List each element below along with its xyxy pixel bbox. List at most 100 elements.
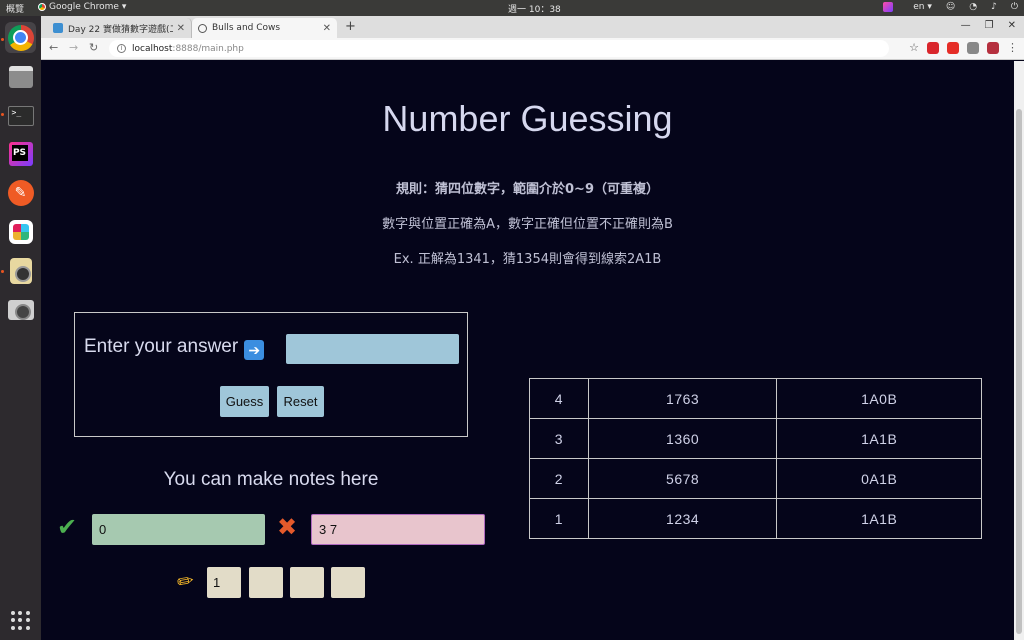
tab-blog[interactable]: Day 22 實做猜數字遊戲(二 ✕: [47, 18, 192, 38]
system-tray: en ▾ ☺ ◔ ♪ ⏻: [883, 2, 1018, 12]
digit-note-3[interactable]: [290, 567, 324, 598]
ubuntu-dock: >_ ✎: [0, 16, 41, 640]
app-menu[interactable]: Google Chrome ▾: [38, 2, 126, 12]
digit-note-4[interactable]: [331, 567, 365, 598]
page-content: Number Guessing 規則：猜四位數字，範圍介於0~9（可重複） 數字…: [41, 61, 1014, 640]
wifi-icon[interactable]: ◔: [969, 2, 977, 12]
rule-line-3: Ex. 正解為1341，猜1354則會得到線索2A1B: [393, 252, 662, 267]
rhythmbox-icon: [9, 257, 32, 284]
postman-icon: ✎: [7, 179, 34, 206]
reset-button[interactable]: Reset: [277, 386, 324, 417]
extension-icon[interactable]: [927, 41, 939, 54]
running-indicator: [1, 113, 4, 116]
globe-icon: [198, 23, 207, 33]
round-cell: 3: [529, 418, 589, 459]
blog-favicon-icon: [53, 23, 63, 33]
dock-terminal[interactable]: >_: [5, 100, 36, 131]
dock-files[interactable]: [5, 61, 36, 92]
table-row: 1 1234 1A1B: [529, 498, 982, 539]
terminal-icon: >_: [7, 105, 34, 126]
reload-icon[interactable]: ↻: [89, 41, 98, 54]
url-path: :8888/main.php: [172, 43, 244, 54]
minimize-icon[interactable]: —: [961, 20, 971, 31]
app-grid-icon: [10, 610, 31, 631]
chrome-icon: [7, 24, 34, 51]
table-row: 2 5678 0A1B: [529, 458, 982, 499]
guess-button[interactable]: Guess: [220, 386, 269, 417]
wrong-digits-input[interactable]: [311, 514, 485, 545]
round-cell: 1: [529, 498, 589, 539]
profile-icon[interactable]: [987, 41, 999, 54]
scrollbar-thumb[interactable]: [1016, 109, 1022, 634]
running-indicator: [1, 38, 4, 41]
page-title: Number Guessing: [382, 98, 673, 139]
correct-digits-input[interactable]: [92, 514, 265, 545]
extension-icon[interactable]: [967, 41, 979, 54]
files-icon: [8, 65, 33, 88]
dock-camera[interactable]: [5, 294, 36, 325]
chrome-window: Day 22 實做猜數字遊戲(二 ✕ Bulls and Cows ✕ + — …: [41, 16, 1024, 640]
result-cell: 1A1B: [776, 418, 982, 459]
tab-bulls-and-cows[interactable]: Bulls and Cows ✕: [192, 18, 337, 38]
guess-history-table: 4 1763 1A0B 3 1360 1A1B 2 5678 0A1B 1 12…: [529, 378, 982, 539]
browser-toolbar: ← → ↻ i localhost :8888/main.php ☆ ⋮: [41, 38, 1024, 60]
window-controls: — ❐ ✕: [961, 20, 1016, 31]
digit-note-1[interactable]: [207, 567, 241, 598]
dock-slack[interactable]: [5, 216, 36, 247]
result-cell: 1A1B: [776, 498, 982, 539]
guess-cell: 5678: [587, 458, 778, 499]
answer-label: Enter your answer: [84, 336, 239, 357]
language-indicator[interactable]: en ▾: [913, 2, 932, 12]
show-applications-button[interactable]: [5, 605, 36, 636]
guess-cell: 1360: [587, 418, 778, 459]
dock-postman[interactable]: ✎: [5, 177, 36, 208]
chevron-down-icon: ▾: [121, 2, 127, 12]
bookmark-star-icon[interactable]: ☆: [909, 41, 919, 54]
check-icon: ✔: [57, 513, 78, 541]
table-row: 3 1360 1A1B: [529, 418, 982, 459]
pencil-icon: ✏: [175, 567, 196, 595]
new-tab-button[interactable]: +: [345, 19, 356, 34]
info-icon[interactable]: i: [117, 44, 126, 53]
result-cell: 1A0B: [776, 378, 982, 419]
dock-rhythmbox[interactable]: [5, 255, 36, 286]
dock-phpstorm[interactable]: [5, 138, 36, 169]
activities-button[interactable]: 概覽: [6, 2, 24, 15]
extension-icon[interactable]: [947, 41, 959, 54]
notes-title: You can make notes here: [163, 469, 379, 490]
digit-note-2[interactable]: [249, 567, 283, 598]
chrome-icon: [38, 3, 46, 11]
page-scrollbar[interactable]: [1014, 61, 1024, 640]
language-label: en: [913, 2, 925, 12]
accessibility-icon[interactable]: ☺: [946, 2, 955, 12]
answer-input[interactable]: [286, 334, 459, 364]
rule-line-2: 數字與位置正確為A，數字正確但位置不正確則為B: [382, 217, 673, 232]
url-host: localhost: [132, 43, 173, 54]
slack-icon: [8, 219, 33, 244]
guess-cell: 1763: [587, 378, 778, 419]
maximize-icon[interactable]: ❐: [985, 20, 994, 31]
menu-icon[interactable]: ⋮: [1007, 41, 1018, 54]
close-icon[interactable]: ✕: [323, 23, 331, 34]
volume-icon[interactable]: ♪: [991, 2, 997, 12]
cross-icon: ✖: [277, 513, 298, 541]
address-bar[interactable]: i localhost :8888/main.php: [109, 40, 889, 57]
arrow-right-icon: ➔: [244, 340, 265, 360]
forward-icon[interactable]: →: [69, 41, 78, 54]
power-icon[interactable]: ⏻: [1011, 2, 1018, 12]
back-icon[interactable]: ←: [49, 41, 58, 54]
guess-cell: 1234: [587, 498, 778, 539]
app-menu-label: Google Chrome: [49, 2, 119, 12]
rule-line-1: 規則：猜四位數字，範圍介於0~9（可重複）: [396, 182, 659, 197]
toolbar-actions: ☆ ⋮: [909, 41, 1018, 54]
clock[interactable]: 週一 10：38: [508, 2, 561, 15]
answer-label-wrap: Enter your answer ➔: [84, 336, 265, 360]
close-window-icon[interactable]: ✕: [1008, 20, 1016, 31]
close-icon[interactable]: ✕: [177, 23, 185, 34]
tray-app-icon[interactable]: [883, 2, 894, 12]
tab-title: Day 22 實做猜數字遊戲(二: [68, 24, 173, 35]
round-cell: 2: [529, 458, 589, 499]
camera-icon: [7, 299, 34, 320]
tab-title: Bulls and Cows: [212, 23, 281, 33]
dock-chrome[interactable]: [5, 22, 36, 53]
